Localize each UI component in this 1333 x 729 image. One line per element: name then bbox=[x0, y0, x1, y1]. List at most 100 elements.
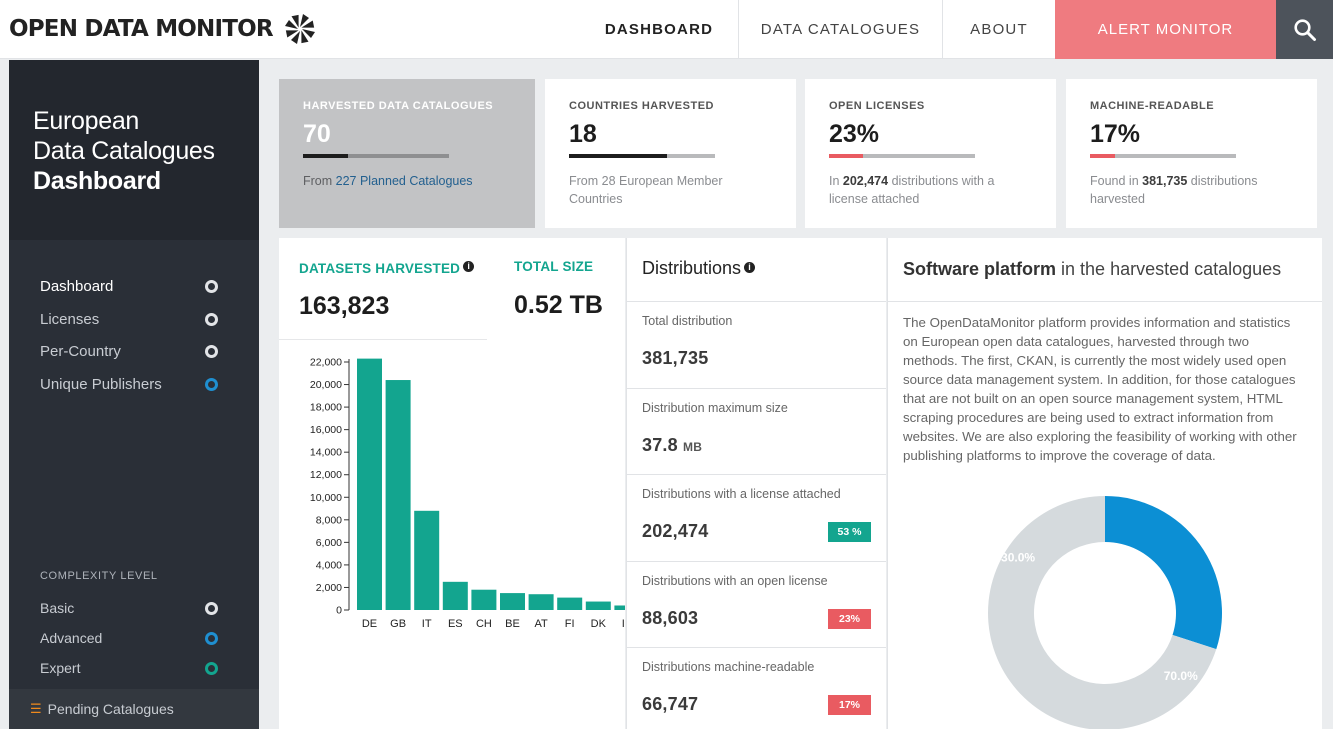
dist-value: 202,474 bbox=[642, 521, 709, 541]
kpi-title: OPEN LICENSES bbox=[829, 100, 925, 112]
dist-max-size: Distribution maximum size 37.8 MB bbox=[627, 389, 886, 475]
sidebar-item-unique-publishers[interactable]: Unique Publishers bbox=[9, 368, 259, 401]
kpi-description: Found in 381,735 distributions harvested bbox=[1090, 172, 1290, 208]
ring-icon bbox=[205, 279, 218, 293]
nav-dashboard[interactable]: DASHBOARD bbox=[580, 0, 738, 59]
y-tick-label: 14,000 bbox=[310, 447, 342, 459]
ring-icon bbox=[205, 661, 218, 675]
software-platform-donut-chart: 30.0% 70.0% bbox=[988, 496, 1222, 729]
pending-catalogues-link[interactable]: ☰ Pending Catalogues bbox=[9, 689, 259, 729]
datasets-title: DATASETS HARVESTED i bbox=[299, 260, 475, 278]
software-platform-title: Software platform bbox=[903, 259, 1057, 279]
x-tick-label: GB bbox=[390, 618, 406, 630]
sidebar-title: European Data Catalogues Dashboard bbox=[9, 60, 259, 240]
kpi-progress-bar bbox=[303, 154, 449, 158]
x-tick-label: IT bbox=[422, 618, 432, 630]
y-tick-label: 16,000 bbox=[310, 424, 342, 436]
info-icon[interactable]: i bbox=[744, 262, 756, 273]
bar-es bbox=[442, 581, 468, 610]
kpi-progress-fill bbox=[569, 154, 667, 158]
y-tick-label: 18,000 bbox=[310, 402, 342, 414]
ring-icon bbox=[205, 631, 218, 645]
pending-catalogues-label: Pending Catalogues bbox=[47, 701, 174, 717]
kpi-progress-fill bbox=[1090, 154, 1115, 158]
kpi-value: 23% bbox=[829, 120, 880, 148]
datasets-harvested-value: 163,823 bbox=[299, 292, 390, 320]
complexity-label: Advanced bbox=[40, 630, 103, 646]
nav-about[interactable]: ABOUT bbox=[942, 0, 1055, 59]
dist-open-license: Distributions with an open license 88,60… bbox=[627, 562, 886, 648]
sidebar-item-licenses[interactable]: Licenses bbox=[9, 303, 259, 336]
dist-label: Distribution maximum size bbox=[642, 400, 788, 415]
complexity-label: Basic bbox=[40, 600, 75, 616]
bar-be bbox=[500, 593, 525, 610]
software-platform-description: The OpenDataMonitor platform provides in… bbox=[903, 315, 1297, 463]
kpi-desc-prefix: Found in bbox=[1090, 174, 1143, 188]
top-navigation: OPEN DATA MONITOR DASHBOARD DATA CATALOG… bbox=[0, 0, 1333, 59]
datasets-harvested-title: DATASETS HARVESTED bbox=[299, 261, 461, 276]
bar-gb bbox=[385, 380, 411, 610]
kpi-progress-fill bbox=[829, 154, 863, 158]
sidebar-item-label: Unique Publishers bbox=[40, 375, 162, 393]
kpi-title: HARVESTED DATA CATALOGUES bbox=[303, 100, 494, 112]
donut-label-1: 30.0% bbox=[1001, 551, 1035, 565]
search-button[interactable] bbox=[1276, 0, 1333, 59]
planned-catalogues-link[interactable]: 227 Planned Catalogues bbox=[336, 174, 473, 188]
complexity-label: Expert bbox=[40, 660, 81, 676]
dist-label: Distributions with an open license bbox=[642, 573, 828, 588]
kpi-title: COUNTRIES HARVESTED bbox=[569, 100, 714, 112]
bar-de bbox=[357, 358, 382, 610]
kpi-value: 17% bbox=[1090, 120, 1141, 148]
kpi-desc-prefix: From bbox=[303, 174, 336, 188]
nav-alert-monitor[interactable]: ALERT MONITOR bbox=[1055, 0, 1276, 59]
distributions-panel: Distributions i Total distribution 381,73… bbox=[626, 238, 886, 729]
nav-data-catalogues[interactable]: DATA CATALOGUES bbox=[738, 0, 942, 59]
complexity-basic[interactable]: Basic bbox=[9, 593, 259, 623]
kpi-desc-number: 202,474 bbox=[842, 174, 889, 188]
kpi-harvested-catalogues: HARVESTED DATA CATALOGUES 70 From 227 Pl… bbox=[279, 79, 535, 228]
sidebar-item-per-country[interactable]: Per-Country bbox=[9, 335, 259, 368]
stack-icon: ☰ bbox=[30, 701, 42, 716]
complexity-advanced[interactable]: Advanced bbox=[9, 623, 259, 653]
sidebar-item-label: Per-Country bbox=[40, 343, 121, 361]
sidebar-item-label: Dashboard bbox=[40, 277, 114, 295]
dist-percent-badge: 17% bbox=[828, 695, 871, 715]
complexity-level-title: COMPLEXITY LEVEL bbox=[40, 570, 158, 582]
dist-value-wrap: 37.8 MB bbox=[642, 435, 702, 456]
sidebar-title-line3: Dashboard bbox=[33, 167, 161, 195]
kpi-value: 70 bbox=[303, 120, 331, 148]
bar-ie bbox=[614, 605, 625, 610]
kpi-value: 18 bbox=[569, 120, 597, 148]
software-platform-subtitle: in the harvested catalogues bbox=[1056, 259, 1282, 279]
dist-percent-badge: 53 % bbox=[828, 522, 871, 542]
kpi-desc-number: 381,735 bbox=[1142, 174, 1188, 188]
complexity-expert[interactable]: Expert bbox=[9, 653, 259, 683]
ring-icon bbox=[205, 312, 218, 326]
y-tick-label: 2,000 bbox=[316, 582, 342, 594]
bar-at bbox=[528, 594, 554, 610]
y-tick-label: 22,000 bbox=[310, 357, 342, 369]
kpi-description: In 202,474 distributions with a license … bbox=[829, 172, 1029, 208]
y-tick-label: 12,000 bbox=[310, 469, 342, 481]
y-tick-label: 8,000 bbox=[316, 514, 342, 526]
kpi-title: MACHINE-READABLE bbox=[1090, 100, 1215, 112]
kpi-machine-readable: MACHINE-READABLE 17% Found in 381,735 di… bbox=[1066, 79, 1317, 228]
y-tick-label: 20,000 bbox=[310, 379, 342, 391]
sidebar-item-dashboard[interactable]: Dashboard bbox=[9, 270, 259, 303]
logo[interactable]: OPEN DATA MONITOR bbox=[9, 13, 317, 45]
software-platform-header: Software platform in the harvested catal… bbox=[888, 238, 1322, 302]
dist-value: 88,603 bbox=[642, 607, 699, 628]
x-tick-label: AT bbox=[534, 618, 548, 630]
search-icon bbox=[1293, 18, 1316, 41]
info-icon[interactable]: i bbox=[463, 261, 475, 272]
x-tick-label: IE bbox=[622, 618, 625, 630]
dist-total: Total distribution 381,735 bbox=[627, 302, 886, 389]
sidebar-item-label: Licenses bbox=[40, 310, 100, 328]
bar-fi bbox=[557, 597, 583, 610]
ring-icon bbox=[205, 377, 218, 391]
sidebar: European Data Catalogues Dashboard Dashb… bbox=[9, 60, 259, 729]
dist-percent-badge: 23% bbox=[828, 608, 871, 629]
donut-slice-1 bbox=[1105, 496, 1222, 650]
kpi-progress-bar bbox=[1090, 154, 1236, 158]
kpi-progress-fill bbox=[303, 154, 349, 158]
